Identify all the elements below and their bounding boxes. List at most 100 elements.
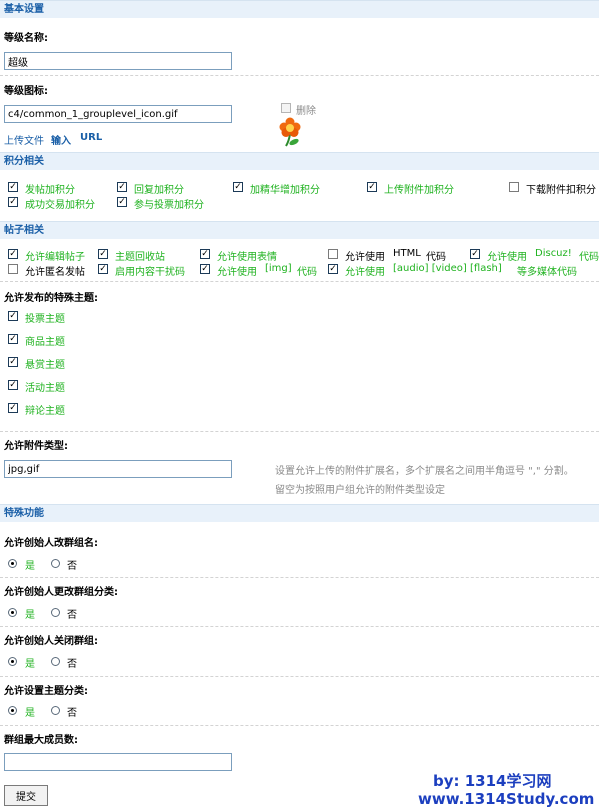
- section-credits: 积分相关: [0, 152, 599, 170]
- credit-download-label: 下载附件扣积分: [526, 185, 596, 196]
- change-category-yes-radio[interactable]: [8, 608, 17, 617]
- thread-poll-label: 投票主题: [25, 314, 65, 325]
- allow-edit-checkbox[interactable]: ✓: [8, 249, 18, 259]
- max-members-label: 群组最大成员数:: [4, 735, 78, 746]
- rename-group-no-label: 否: [67, 561, 77, 572]
- img-code-label: [img]: [265, 263, 292, 274]
- credit-trade-checkbox[interactable]: ✓: [8, 197, 18, 207]
- change-category-no-radio[interactable]: [51, 608, 60, 617]
- rename-group-yes-label: 是: [25, 561, 35, 572]
- smilies-checkbox[interactable]: ✓: [200, 249, 210, 259]
- img-pre-label: 允许使用: [217, 267, 257, 278]
- section-posts: 帖子相关: [0, 221, 599, 239]
- delete-label: 删除: [296, 106, 316, 117]
- thread-poll-checkbox[interactable]: ✓: [8, 311, 18, 321]
- close-group-yes-radio[interactable]: [8, 657, 17, 666]
- thread-activity-label: 活动主题: [25, 383, 65, 394]
- close-group-no-label: 否: [67, 659, 77, 670]
- credit-reply-checkbox[interactable]: ✓: [117, 182, 127, 192]
- thread-trade-label: 商品主题: [25, 337, 65, 348]
- divider: [0, 281, 599, 282]
- discuz-post-label: 代码: [579, 252, 599, 263]
- url-link[interactable]: URL: [80, 132, 102, 143]
- level-icon-input[interactable]: [4, 105, 232, 123]
- thread-trade-checkbox[interactable]: ✓: [8, 334, 18, 344]
- change-category-yes-label: 是: [25, 610, 35, 621]
- media-code-label: [audio] [video] [flash]: [393, 263, 502, 274]
- thread-debate-checkbox[interactable]: ✓: [8, 403, 18, 413]
- html-pre-label: 允许使用: [345, 252, 385, 263]
- img-post-label: 代码: [297, 267, 317, 278]
- credit-upload-checkbox[interactable]: ✓: [367, 182, 377, 192]
- section-basic: 基本设置: [0, 0, 599, 18]
- thread-types-yes-radio[interactable]: [8, 706, 17, 715]
- divider: [0, 626, 599, 627]
- delete-checkbox[interactable]: [281, 103, 291, 113]
- content-filter-label: 启用内容干扰码: [115, 267, 185, 278]
- credit-post-label: 发帖加积分: [25, 185, 75, 196]
- html-checkbox[interactable]: [328, 249, 338, 259]
- html-code-label: HTML: [393, 248, 421, 259]
- discuz-checkbox[interactable]: ✓: [470, 249, 480, 259]
- close-group-label: 允许创始人关闭群组:: [4, 636, 98, 647]
- content-filter-checkbox[interactable]: ✓: [98, 264, 108, 274]
- credit-download-checkbox[interactable]: [509, 182, 519, 192]
- media-pre-label: 允许使用: [345, 267, 385, 278]
- thread-debate-label: 辩论主题: [25, 406, 65, 417]
- thread-activity-checkbox[interactable]: ✓: [8, 380, 18, 390]
- media-post-label: 等多媒体代码: [517, 267, 577, 278]
- credit-digest-label: 加精华增加积分: [250, 185, 320, 196]
- thread-reward-label: 悬赏主题: [25, 360, 65, 371]
- close-group-yes-label: 是: [25, 659, 35, 670]
- credit-trade-label: 成功交易加积分: [25, 200, 95, 211]
- attach-types-label: 允许附件类型:: [4, 441, 68, 452]
- flower-icon: [277, 117, 303, 147]
- watermark-line-1: by: 1314学习网: [433, 772, 552, 790]
- media-code-checkbox[interactable]: ✓: [328, 264, 338, 274]
- attach-types-hint: 设置允许上传的附件扩展名，多个扩展名之间用半角逗号 "," 分割。: [275, 466, 574, 477]
- credit-vote-checkbox[interactable]: ✓: [117, 197, 127, 207]
- section-special: 特殊功能: [0, 504, 599, 522]
- divider: [0, 577, 599, 578]
- discuz-pre-label: 允许使用: [487, 252, 527, 263]
- change-category-label: 允许创始人更改群组分类:: [4, 587, 118, 598]
- divider: [0, 676, 599, 677]
- rename-group-yes-radio[interactable]: [8, 559, 17, 568]
- special-threads-label: 允许发布的特殊主题:: [4, 293, 98, 304]
- submit-button[interactable]: 提交: [4, 785, 48, 806]
- level-icon-label: 等级图标:: [4, 86, 48, 97]
- thread-types-label: 允许设置主题分类:: [4, 686, 88, 697]
- level-name-label: 等级名称:: [4, 33, 48, 44]
- credit-upload-label: 上传附件加积分: [384, 185, 454, 196]
- divider: [0, 75, 599, 76]
- thread-reward-checkbox[interactable]: ✓: [8, 357, 18, 367]
- credit-digest-checkbox[interactable]: ✓: [233, 182, 243, 192]
- discuz-code-label: Discuz!: [535, 248, 572, 259]
- anonymous-checkbox[interactable]: [8, 264, 18, 274]
- rename-group-no-radio[interactable]: [51, 559, 60, 568]
- level-name-input[interactable]: [4, 52, 232, 70]
- thread-types-no-label: 否: [67, 708, 77, 719]
- recycle-checkbox[interactable]: ✓: [98, 249, 108, 259]
- allow-edit-label: 允许编辑帖子: [25, 252, 85, 263]
- divider: [0, 725, 599, 726]
- img-code-checkbox[interactable]: ✓: [200, 264, 210, 274]
- thread-types-yes-label: 是: [25, 708, 35, 719]
- credit-reply-label: 回复加积分: [134, 185, 184, 196]
- rename-group-label: 允许创始人改群组名:: [4, 538, 98, 549]
- thread-types-no-radio[interactable]: [51, 706, 60, 715]
- anonymous-label: 允许匿名发帖: [25, 267, 85, 278]
- max-members-input[interactable]: [4, 753, 232, 771]
- divider: [0, 431, 599, 432]
- credit-post-checkbox[interactable]: ✓: [8, 182, 18, 192]
- attach-types-hint-2: 留空为按照用户组允许的附件类型设定: [275, 485, 445, 496]
- credit-vote-label: 参与投票加积分: [134, 200, 204, 211]
- smilies-label: 允许使用表情: [217, 252, 277, 263]
- close-group-no-radio[interactable]: [51, 657, 60, 666]
- recycle-label: 主题回收站: [115, 252, 165, 263]
- watermark-line-2: www.1314Study.com: [418, 790, 595, 808]
- upload-file-link[interactable]: 上传文件: [4, 132, 44, 147]
- input-link[interactable]: 输入: [51, 132, 71, 147]
- attach-types-input[interactable]: [4, 460, 232, 478]
- change-category-no-label: 否: [67, 610, 77, 621]
